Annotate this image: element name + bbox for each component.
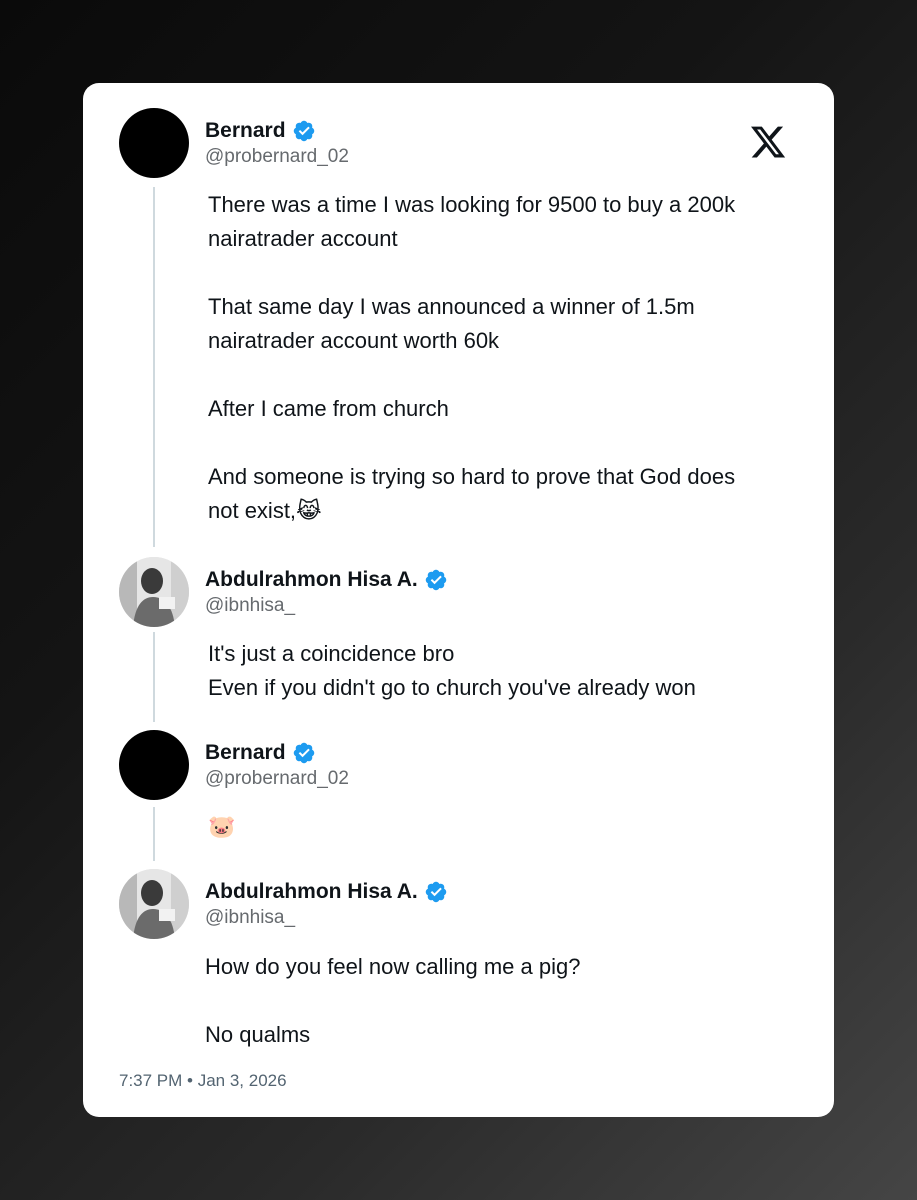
tweet-line: No qualms (205, 1022, 311, 1047)
thread-connector (153, 807, 155, 861)
pig-face-emoji: 🐷 (208, 815, 236, 840)
author-row: Abdulrahmon Hisa A. (205, 566, 448, 594)
author-row: Abdulrahmon Hisa A. (205, 878, 448, 906)
author-name[interactable]: Bernard (205, 119, 286, 143)
verified-badge-icon (425, 569, 446, 591)
avatar[interactable] (119, 557, 189, 627)
avatar[interactable] (119, 869, 189, 939)
author-name[interactable]: Bernard (205, 741, 286, 765)
tweet-line: It's just a coincidence bro (208, 641, 455, 666)
verified-badge-icon (293, 742, 314, 764)
photo-avatar-icon (119, 869, 189, 939)
tweet-text: There was a time I was looking for 9500 … (208, 188, 735, 528)
thread-connector (153, 632, 155, 722)
photo-avatar-icon (119, 557, 189, 627)
tweet-line: nairatrader account (208, 226, 398, 251)
tweet-line: nairatrader account worth 60k (208, 328, 500, 353)
author-name[interactable]: Abdulrahmon Hisa A. (205, 568, 418, 592)
x-logo-icon[interactable] (749, 123, 787, 161)
author-name[interactable]: Abdulrahmon Hisa A. (205, 880, 418, 904)
avatar[interactable] (119, 108, 189, 178)
tweet-line: After I came from church (208, 396, 449, 421)
tweet-line: Even if you didn't go to church you've a… (208, 675, 696, 700)
author-row: Bernard (205, 739, 316, 767)
author-handle[interactable]: @probernard_02 (205, 146, 349, 168)
author-row: Bernard (205, 117, 316, 145)
tweet-text: How do you feel now calling me a pig? No… (205, 950, 580, 1052)
author-handle[interactable]: @probernard_02 (205, 768, 349, 790)
thread-connector (153, 187, 155, 547)
tweet-text: It's just a coincidence bro Even if you … (208, 637, 696, 705)
tweet-thread-card: Bernard @probernard_02 There was a time … (83, 83, 834, 1117)
verified-badge-icon (293, 120, 314, 142)
tweet-line: And someone is trying so hard to prove t… (208, 464, 736, 489)
tweet-line: That same day I was announced a winner o… (208, 294, 695, 319)
tweet-line: How do you feel now calling me a pig? (205, 954, 581, 979)
tweet-line: There was a time I was looking for 9500 … (208, 192, 736, 217)
author-handle[interactable]: @ibnhisa_ (205, 595, 295, 617)
tweet-timestamp[interactable]: 7:37 PM • Jan 3, 2026 (119, 1071, 287, 1091)
tweet-text: 🐷 (208, 810, 235, 845)
author-handle[interactable]: @ibnhisa_ (205, 907, 295, 929)
tweet-line: not exist,😹 (208, 498, 322, 523)
avatar[interactable] (119, 730, 189, 800)
verified-badge-icon (425, 881, 446, 903)
